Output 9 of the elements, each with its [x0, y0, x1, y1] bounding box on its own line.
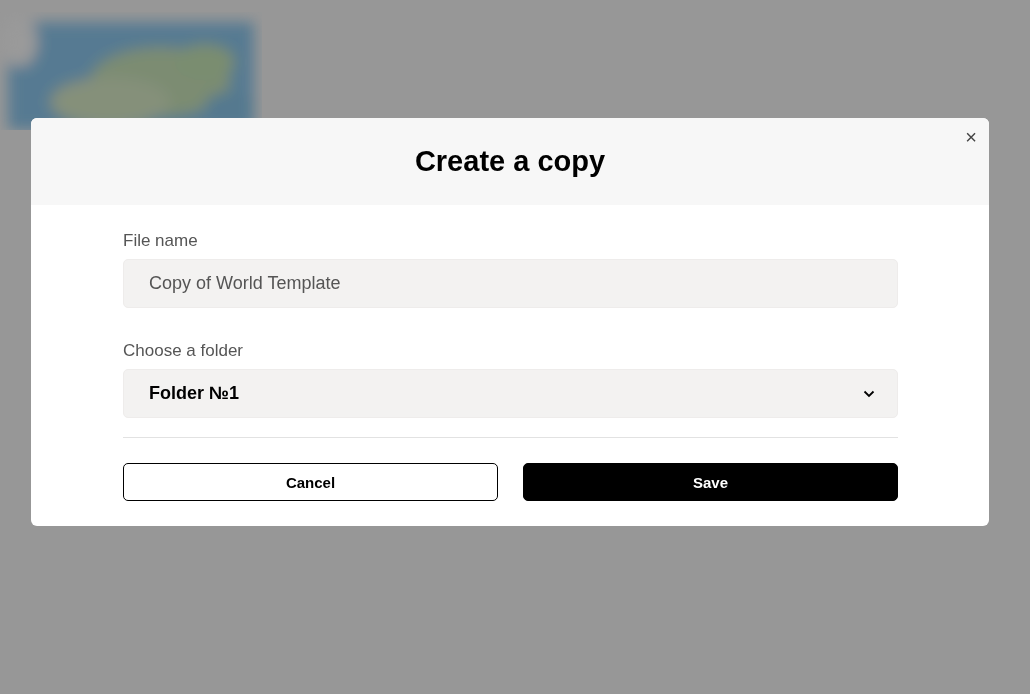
folder-dropdown[interactable]: Folder №1 — [123, 369, 898, 418]
cancel-button[interactable]: Cancel — [123, 463, 498, 501]
save-button[interactable]: Save — [523, 463, 898, 501]
field-label: File name — [123, 231, 199, 251]
close-button[interactable]: × — [963, 126, 979, 148]
chevron-down-icon — [863, 389, 875, 398]
input-field[interactable]: Copy of World Template — [123, 259, 898, 308]
field-label: Choose a folder — [123, 341, 245, 361]
dialog-title: Create a copy — [414, 145, 606, 178]
